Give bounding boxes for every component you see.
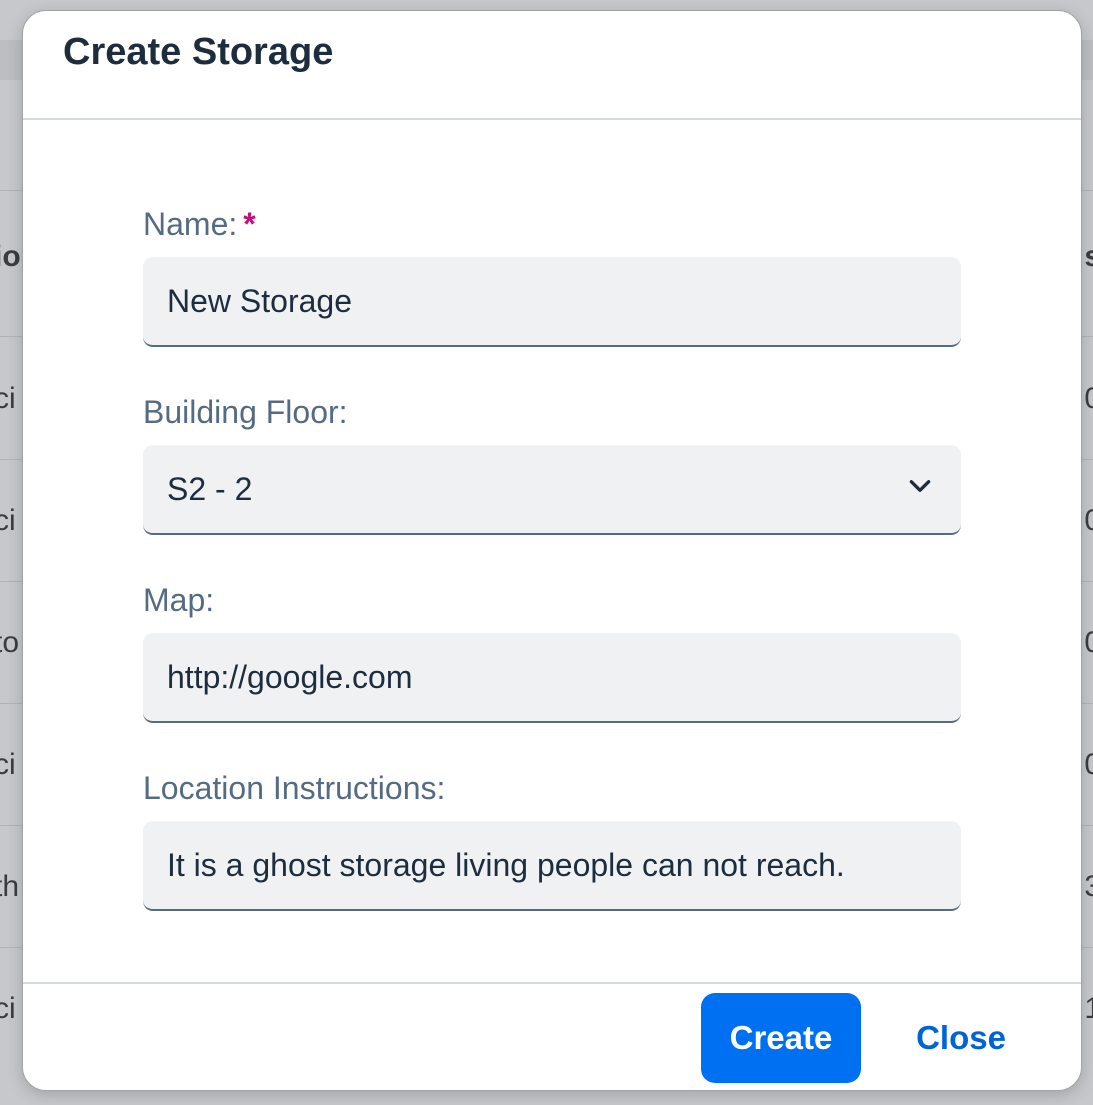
name-label: Name: * bbox=[143, 201, 961, 247]
name-field-group: Name: * New Storage bbox=[143, 201, 961, 347]
background-table-text: ci bbox=[0, 382, 16, 415]
background-table-text: 3 bbox=[1084, 870, 1093, 903]
building-floor-selected-value: S2 - 2 bbox=[167, 470, 253, 507]
background-table-text: 0 bbox=[1084, 504, 1093, 537]
background-table-text: to bbox=[0, 626, 20, 659]
location-instructions-value: It is a ghost storage living people can … bbox=[167, 846, 845, 883]
background-table-text: ci bbox=[0, 504, 16, 537]
background-table-text: s bbox=[1084, 240, 1093, 273]
chevron-down-icon[interactable] bbox=[907, 473, 933, 499]
background-table-text: 1 bbox=[1084, 992, 1093, 1025]
dialog-footer: Create Close bbox=[23, 982, 1081, 1090]
create-storage-dialog: Create Storage Name: * New Storage Build… bbox=[22, 10, 1082, 1091]
required-indicator: * bbox=[243, 206, 256, 242]
building-floor-select[interactable]: S2 - 2 bbox=[143, 445, 961, 535]
dialog-header: Create Storage bbox=[23, 11, 1081, 120]
background-table-text: ci bbox=[0, 992, 16, 1025]
background-table-text: ci bbox=[0, 748, 16, 781]
building-floor-label: Building Floor: bbox=[143, 394, 348, 430]
building-floor-field-group: Building Floor: S2 - 2 bbox=[143, 389, 961, 535]
map-input-value: http://google.com bbox=[167, 658, 413, 695]
name-input-value: New Storage bbox=[167, 282, 352, 319]
location-instructions-label: Location Instructions: bbox=[143, 770, 446, 806]
name-label-text: Name: bbox=[143, 206, 238, 242]
background-table-text: io bbox=[0, 240, 21, 273]
background-table-text: 0 bbox=[1084, 748, 1093, 781]
dialog-title: Create Storage bbox=[63, 31, 334, 73]
location-instructions-input[interactable]: It is a ghost storage living people can … bbox=[143, 821, 961, 911]
map-label: Map: bbox=[143, 582, 215, 618]
background-table-text: th bbox=[0, 870, 20, 903]
background-table-text: 0 bbox=[1084, 626, 1093, 659]
location-instructions-field-group: Location Instructions: It is a ghost sto… bbox=[143, 765, 961, 911]
dialog-form: Name: * New Storage Building Floor: S2 -… bbox=[143, 201, 961, 911]
map-input[interactable]: http://google.com bbox=[143, 633, 961, 723]
background-table-text: 0 bbox=[1084, 382, 1093, 415]
name-input[interactable]: New Storage bbox=[143, 257, 961, 347]
create-button[interactable]: Create bbox=[701, 993, 861, 1083]
map-field-group: Map: http://google.com bbox=[143, 577, 961, 723]
close-button[interactable]: Close bbox=[883, 993, 1039, 1083]
